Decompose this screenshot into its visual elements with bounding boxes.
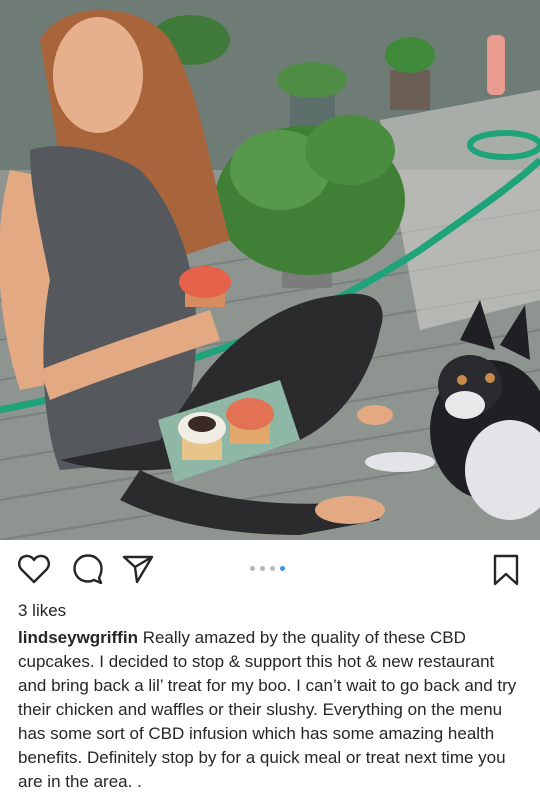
post-image[interactable] [0, 0, 540, 540]
post-caption: lindseywgriffin Really amazed by the qua… [18, 626, 522, 794]
carousel-dot [260, 566, 265, 571]
carousel-dot [250, 566, 255, 571]
carousel-dot-active [280, 566, 285, 571]
post-photo-illustration [0, 0, 540, 540]
share-icon[interactable] [122, 554, 154, 589]
heart-icon[interactable] [18, 554, 50, 589]
caption-text: Really amazed by the quality of these CB… [18, 628, 517, 791]
comment-icon[interactable] [72, 554, 104, 589]
carousel-dot [270, 566, 275, 571]
carousel-indicator [250, 566, 285, 571]
caption-username[interactable]: lindseywgriffin [18, 628, 138, 647]
likes-count[interactable]: 3 likes [18, 598, 522, 624]
bookmark-icon[interactable] [492, 554, 520, 591]
post-actions-bar [0, 540, 540, 598]
